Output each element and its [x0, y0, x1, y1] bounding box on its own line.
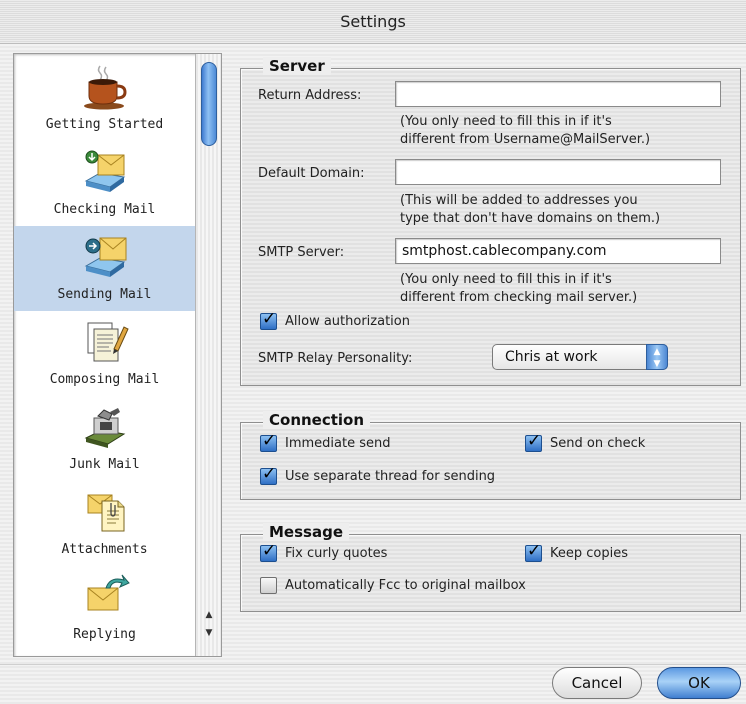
replying-icon [87, 574, 130, 611]
default-domain-field[interactable] [395, 159, 721, 185]
checkmark-icon: ✓ [527, 541, 542, 561]
ok-button[interactable]: OK [657, 667, 741, 699]
checkmark-icon: ✓ [527, 431, 542, 451]
auto-fcc-label: Automatically Fcc to original mailbox [285, 578, 526, 593]
sidebar-item-label: Sending Mail [57, 287, 152, 302]
checkmark-icon: ✓ [262, 464, 277, 484]
sidebar-scrollbar[interactable]: ▲ ▼ [195, 54, 221, 656]
junk-mail-icon [84, 408, 126, 448]
coffee-cup-icon [84, 65, 127, 110]
immediate-send-checkbox[interactable]: ✓ [260, 431, 277, 452]
window-titlebar: Settings [0, 0, 746, 44]
sidebar-item-replying[interactable]: Replying [14, 566, 195, 651]
sidebar-item-label: Replying [73, 627, 136, 642]
smtp-server-hint-line2: different from checking mail server.) [400, 290, 638, 305]
composing-mail-icon [87, 322, 129, 362]
sidebar-item-composing-mail[interactable]: Composing Mail [14, 311, 195, 396]
connection-group: Connection ✓ Immediate send ✓ Send on ch… [240, 411, 741, 500]
smtp-server-label: SMTP Server: [258, 245, 345, 260]
return-address-field[interactable] [395, 81, 721, 107]
sidebar-item-label: Getting Started [45, 117, 164, 132]
relay-personality-value: Chris at work [505, 349, 598, 365]
connection-group-title: Connection [263, 411, 371, 429]
sending-mail-icon [84, 237, 127, 277]
default-domain-hint-line1: (This will be added to addresses you [400, 193, 638, 208]
relay-personality-popup[interactable]: Chris at work ▲ ▼ [492, 344, 668, 370]
return-address-hint-line1: (You only need to fill this in if it's [400, 114, 612, 129]
send-on-check-label: Send on check [550, 436, 646, 451]
fix-curly-quotes-checkbox[interactable]: ✓ [260, 541, 277, 562]
sidebar-item-label: Junk Mail [69, 457, 140, 472]
sidebar-item-sending-mail[interactable]: Sending Mail [14, 226, 195, 311]
default-domain-label: Default Domain: [258, 166, 365, 181]
separate-thread-checkbox[interactable]: ✓ [260, 464, 277, 485]
checkmark-icon: ✓ [262, 541, 277, 561]
checking-mail-icon [84, 150, 126, 192]
fix-curly-quotes-label: Fix curly quotes [285, 546, 388, 561]
message-group: Message ✓ Fix curly quotes ✓ Keep copies… [240, 523, 741, 612]
sidebar-item-attachments[interactable]: Attachments [14, 481, 195, 566]
cancel-button[interactable]: Cancel [552, 667, 642, 699]
server-group: Server Return Address: (You only need to… [240, 57, 741, 386]
smtp-server-hint-line1: (You only need to fill this in if it's [400, 272, 612, 287]
scrollbar-thumb[interactable] [201, 62, 217, 146]
auto-fcc-checkbox[interactable] [260, 577, 277, 594]
allow-authorization-checkbox[interactable]: ✓ [260, 309, 277, 330]
scroll-up-arrow-icon[interactable]: ▲ [196, 606, 221, 624]
smtp-server-field[interactable]: smtphost.cablecompany.com [395, 238, 721, 264]
footer-divider [0, 664, 746, 665]
sidebar-item-junk-mail[interactable]: Junk Mail [14, 396, 195, 481]
keep-copies-label: Keep copies [550, 546, 628, 561]
server-group-title: Server [263, 57, 331, 75]
immediate-send-label: Immediate send [285, 436, 391, 451]
separate-thread-label: Use separate thread for sending [285, 469, 496, 484]
scroll-down-arrow-icon[interactable]: ▼ [196, 624, 221, 642]
message-group-title: Message [263, 523, 349, 541]
send-on-check-checkbox[interactable]: ✓ [525, 431, 542, 452]
return-address-label: Return Address: [258, 88, 362, 103]
sidebar-item-label: Checking Mail [53, 202, 156, 217]
return-address-hint-line2: different from Username@MailServer.) [400, 132, 651, 147]
popup-arrows-icon: ▲ ▼ [646, 344, 668, 370]
sidebar-item-label: Composing Mail [49, 372, 160, 387]
window-title: Settings [340, 12, 406, 31]
settings-category-list[interactable]: Getting Started Checking Mail Sending Ma… [13, 53, 222, 657]
default-domain-hint-line2: type that don't have domains on them.) [400, 211, 661, 226]
sidebar-item-checking-mail[interactable]: Checking Mail [14, 141, 195, 226]
keep-copies-checkbox[interactable]: ✓ [525, 541, 542, 562]
sidebar-item-getting-started[interactable]: Getting Started [14, 56, 195, 141]
checkmark-icon: ✓ [262, 431, 277, 451]
attachments-icon [87, 494, 125, 532]
checkmark-icon: ✓ [262, 309, 277, 329]
allow-authorization-label: Allow authorization [285, 314, 410, 329]
sidebar-item-label: Attachments [61, 542, 148, 557]
relay-personality-label: SMTP Relay Personality: [258, 351, 413, 366]
